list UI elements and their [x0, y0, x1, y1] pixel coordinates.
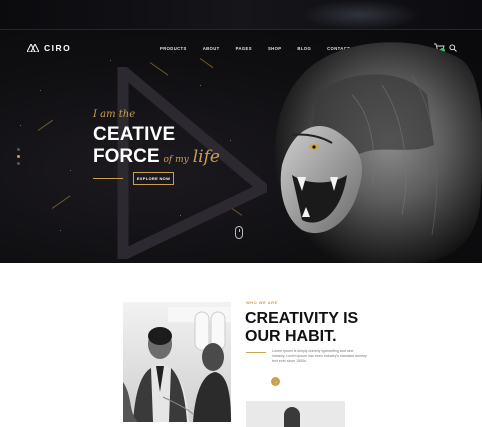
hero-accent-line: [93, 178, 123, 179]
hero-headline-line2: FORCE of my life: [93, 146, 220, 168]
arrow-right-icon: →: [273, 378, 278, 385]
top-section-strip: [0, 0, 482, 30]
lion-image: [275, 42, 482, 263]
hero-headline-of-my: of my: [163, 155, 189, 165]
hero-headline-line1: CEATIVE: [93, 124, 176, 145]
brand-logo[interactable]: CIRO: [27, 43, 71, 53]
office-people-image: [123, 311, 231, 422]
about-image: [123, 302, 231, 422]
slider-dots: [17, 148, 20, 165]
logo-mark-icon: [27, 44, 39, 52]
slider-dot-2[interactable]: [17, 155, 20, 158]
about-arrow-button[interactable]: →: [271, 377, 280, 386]
gold-streak: [51, 195, 71, 209]
hero-section: CIRO PRODUCTS ABOUT PAGES SHOP BLOG CONT…: [0, 30, 482, 263]
nav-item-products[interactable]: PRODUCTS: [160, 46, 187, 51]
section-eyebrow: WHO WE ARE: [246, 300, 278, 305]
strip-glow: [300, 0, 420, 30]
explore-now-button[interactable]: EXPLORE NOW: [133, 172, 174, 185]
slider-dot-1[interactable]: [17, 148, 20, 151]
about-accent-line: [246, 352, 266, 353]
slider-dot-3[interactable]: [17, 162, 20, 165]
hero-headline-force: FORCE: [93, 146, 160, 167]
hero-tagline: I am the: [93, 109, 136, 120]
nav-item-about[interactable]: ABOUT: [203, 46, 220, 51]
hero-headline-life: life: [192, 147, 220, 167]
second-image-preview: [246, 401, 345, 427]
nav-item-pages[interactable]: PAGES: [236, 46, 252, 51]
about-title: CREATIVITY IS OUR HABIT.: [245, 310, 359, 345]
brand-name: CIRO: [44, 43, 72, 53]
scroll-mouse-icon[interactable]: [235, 226, 243, 239]
about-body-text: Lorem ipsum is simply dummy typesetting …: [272, 349, 367, 364]
gold-streak: [37, 119, 54, 131]
